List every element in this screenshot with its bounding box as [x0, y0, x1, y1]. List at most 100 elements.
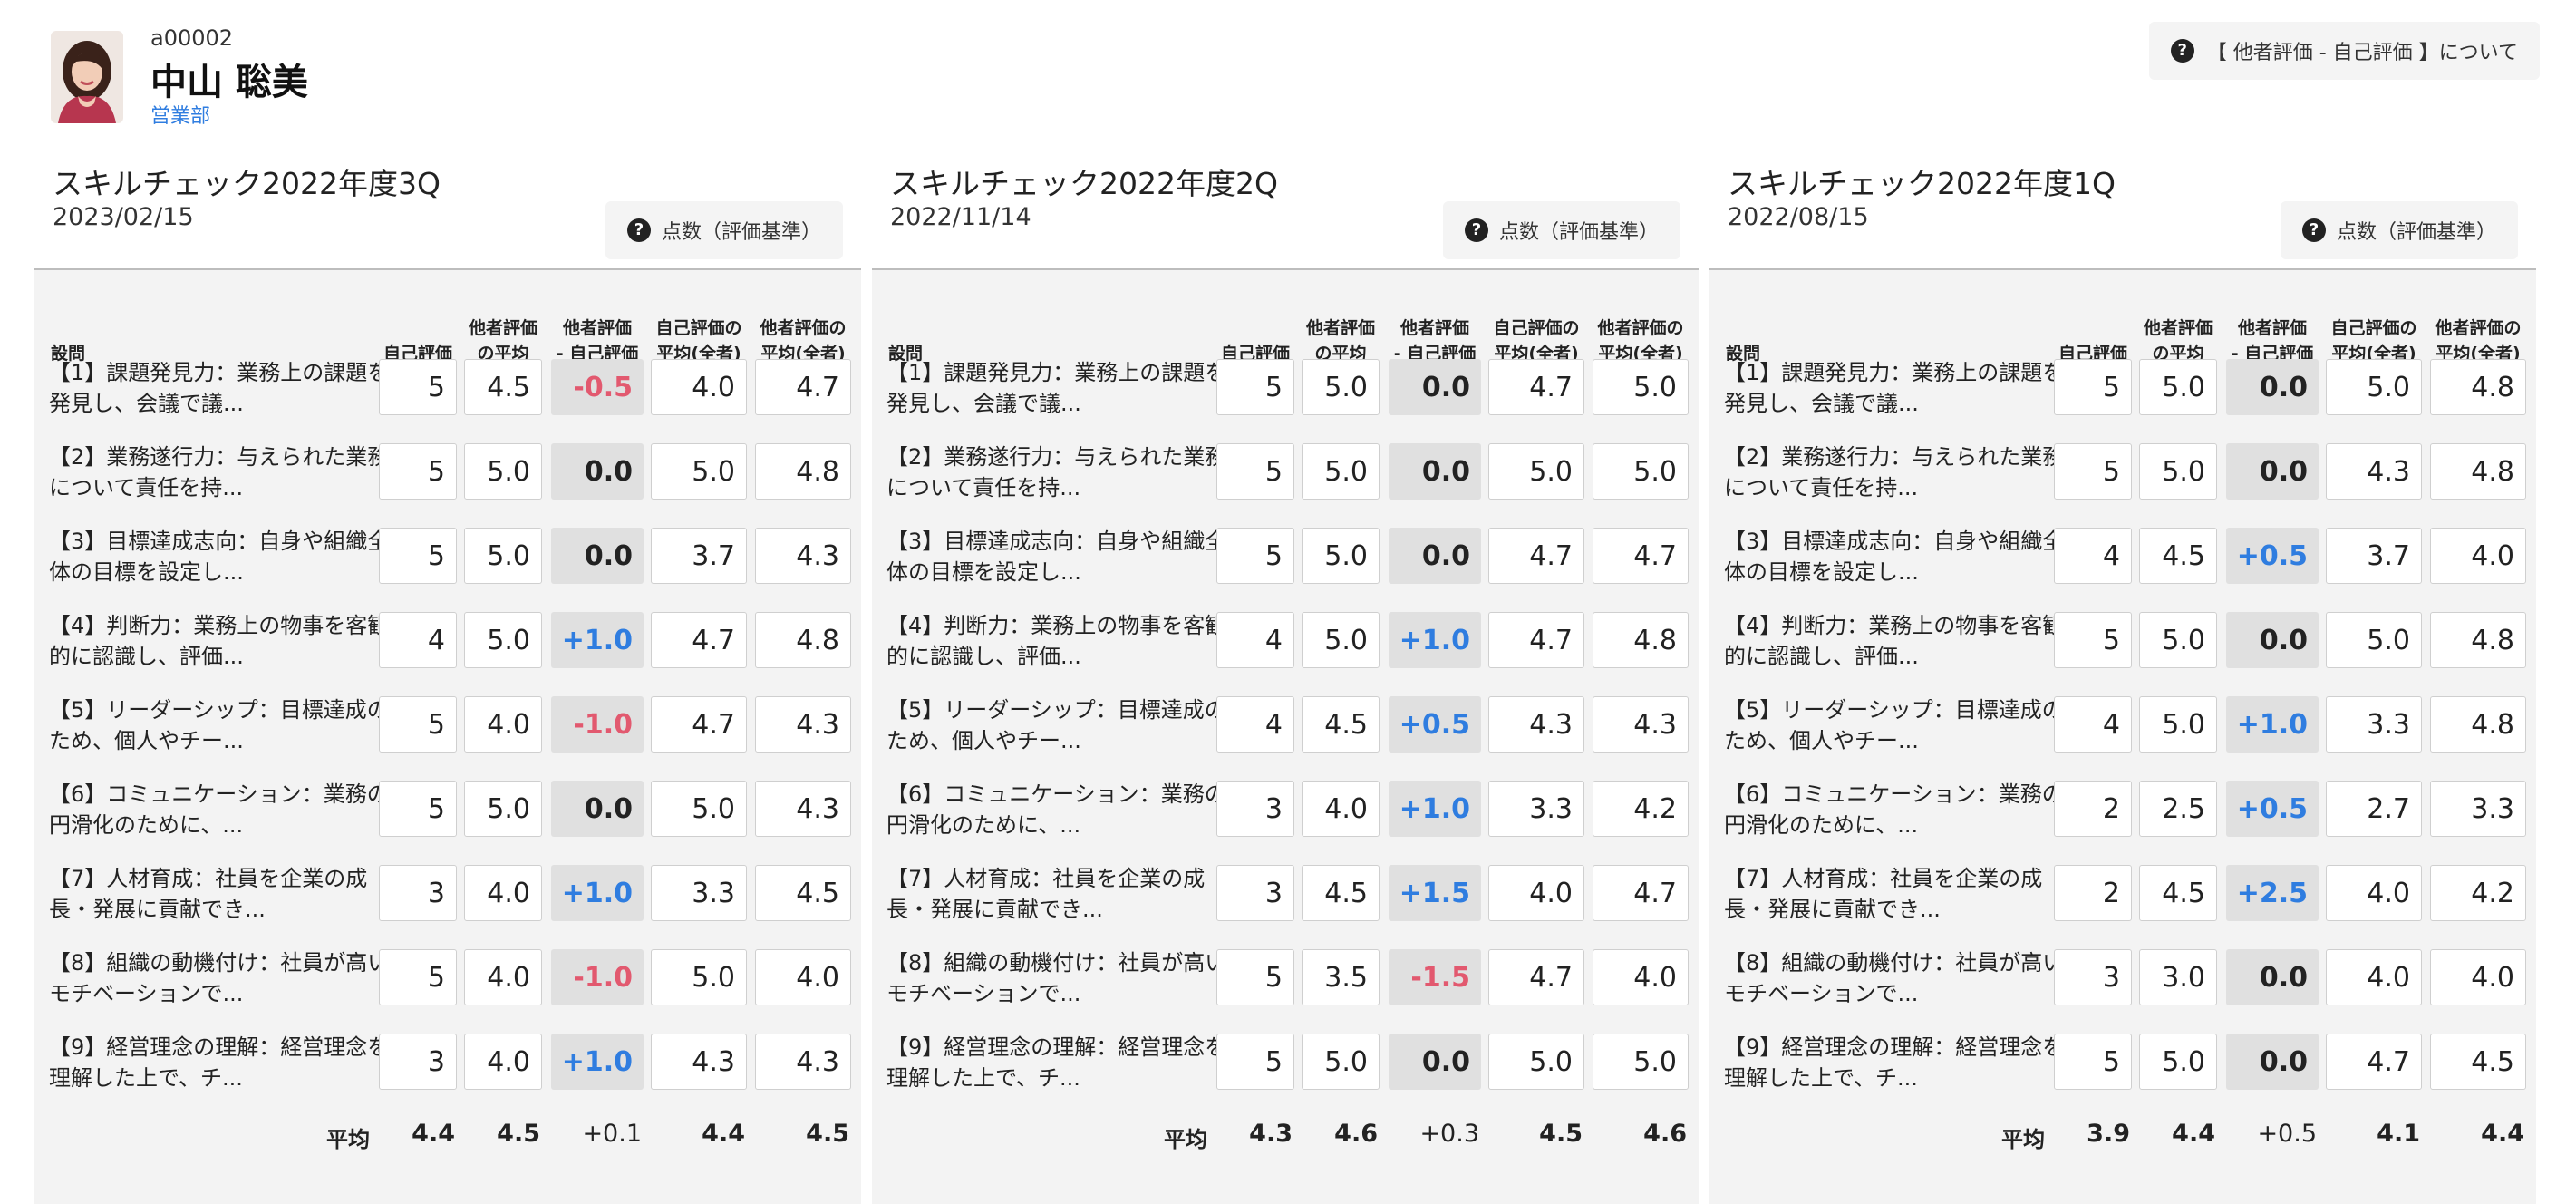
table-row: 【6】コミュニケーション：業務の円滑化のために、... 2 2.5 +0.5 2.7 3.… [1709, 775, 2536, 848]
criteria-label: 点数（評価基準） [661, 221, 821, 244]
table-row: 【5】リーダーシップ：目標達成のため、個人やチー... 4 5.0 +1.0 3.3 4.… [1709, 691, 2536, 763]
about-diff-button[interactable]: ? 【 他者評価 - 自己評価 】について [2148, 22, 2540, 80]
self-avg-all-cell: 4.7 [1488, 359, 1584, 415]
user-id: a00002 [150, 25, 234, 51]
average-others-avg: 4.6 [1334, 1120, 1378, 1148]
diff-cell: +0.5 [2226, 781, 2319, 837]
self-avg-all-cell: 2.7 [2326, 781, 2422, 837]
average-self-score: 4.3 [1249, 1120, 1293, 1148]
question-text: 【4】判断力：業務上の物事を客観的に認識し、評価... [49, 613, 390, 669]
diff-cell: 0.0 [551, 528, 644, 584]
question-text: 【5】リーダーシップ：目標達成のため、個人やチー... [1724, 697, 2064, 753]
self-score-cell: 5 [1216, 528, 1294, 584]
self-avg-all-cell: 5.0 [2326, 359, 2422, 415]
diff-cell: +2.5 [2226, 865, 2319, 921]
diff-cell: +0.5 [1389, 696, 1481, 752]
average-label: 平均 [2001, 1127, 2045, 1152]
diff-cell: 0.0 [2226, 443, 2319, 500]
average-others-avg-all: 4.6 [1643, 1120, 1687, 1148]
others-avg-cell: 5.0 [2139, 612, 2217, 668]
score-table: 設問 自己評価 他者評価 の平均 他者評価 - 自己評価 自己評価の 平均(全者) 他者評価の平… [1709, 270, 2536, 1204]
criteria-button[interactable]: ? 点数（評価基準） [605, 201, 843, 259]
others-avg-cell: 4.5 [1302, 865, 1380, 921]
self-score-cell: 5 [379, 359, 457, 415]
question-text: 【1】課題発見力：業務上の課題を発見し、会議で議... [886, 360, 1227, 416]
table-row: 【5】リーダーシップ：目標達成のため、個人やチー... 5 4.0 -1.0 4.7 4.… [34, 691, 861, 763]
self-avg-all-cell: 4.7 [651, 612, 747, 668]
diff-cell: +1.0 [1389, 612, 1481, 668]
table-row: 【9】経営理念の理解：経営理念を理解した上で、チ... 5 5.0 0.0 4.7 4.5 [1709, 1028, 2536, 1101]
others-avg-all-cell: 4.8 [2430, 696, 2526, 752]
question-text: 【6】コミュニケーション：業務の円滑化のために、... [1724, 782, 2064, 838]
others-avg-all-cell: 4.5 [755, 865, 851, 921]
question-text: 【9】経営理念の理解：経営理念を理解した上で、チ... [1724, 1034, 2065, 1091]
col-head-line: 他者評価 [2237, 318, 2307, 338]
others-avg-all-cell: 4.3 [755, 1034, 851, 1090]
col-head-line: 自己評価の [1493, 318, 1580, 338]
others-avg-cell: 4.5 [2139, 865, 2217, 921]
table-row: 【8】組織の動機付け：社員が高いモチベーションで... 5 3.5 -1.5 4.7 4.… [872, 944, 1699, 1016]
self-score-cell: 4 [2054, 528, 2132, 584]
criteria-button[interactable]: ? 点数（評価基準） [2281, 201, 2518, 259]
col-head-line: 他者評価 [2143, 318, 2213, 338]
user-name: 中山 聡美 [150, 62, 308, 103]
self-avg-all-cell: 5.0 [651, 949, 747, 1005]
self-score-cell: 5 [2054, 443, 2132, 500]
table-row: 【4】判断力：業務上の物事を客観的に認識し、評価... 4 5.0 +1.0 4.7 4.… [34, 607, 861, 679]
average-self-avg-all: 4.1 [2377, 1120, 2420, 1148]
table-row: 【4】判断力：業務上の物事を客観的に認識し、評価... 5 5.0 0.0 5.0 4.8 [1709, 607, 2536, 679]
skillcheck-panel: スキルチェック2022年度2Q 2022/11/14? 点数（評価基準） 設問 自己評価… [872, 152, 1699, 1204]
self-score-cell: 3 [379, 1034, 457, 1090]
self-avg-all-cell: 5.0 [651, 781, 747, 837]
others-avg-cell: 5.0 [464, 443, 542, 500]
table-row: 【7】人材育成：社員を企業の成長・発展に貢献でき... 2 4.5 +2.5 4.0 4.… [1709, 859, 2536, 932]
diff-cell: -1.0 [551, 696, 644, 752]
col-head-line: 自己評価の [2330, 318, 2417, 338]
others-avg-all-cell: 5.0 [1593, 443, 1689, 500]
table-row: 【3】目標達成志向：自身や組織全体の目標を設定し... 5 5.0 0.0 4.7 4.7 [872, 522, 1699, 595]
criteria-button[interactable]: ? 点数（評価基準） [1443, 201, 1680, 259]
table-row: 【9】経営理念の理解：経営理念を理解した上で、チ... 3 4.0 +1.0 4.3 4.… [34, 1028, 861, 1101]
average-diff: +0.5 [2257, 1120, 2317, 1148]
about-diff-label: 【 他者評価 - 自己評価 】について [2206, 42, 2518, 64]
others-avg-cell: 5.0 [1302, 359, 1380, 415]
diff-cell: +1.0 [1389, 781, 1481, 837]
question-text: 【8】組織の動機付け：社員が高いモチベーションで... [1724, 950, 2065, 1006]
average-row: 平均 4.3 4.6 +0.3 4.5 4.6 [872, 1116, 1699, 1161]
diff-cell: 0.0 [1389, 359, 1481, 415]
diff-cell: 0.0 [551, 781, 644, 837]
diff-cell: -0.5 [551, 359, 644, 415]
question-text: 【1】課題発見力：業務上の課題を発見し、会議で議... [49, 360, 390, 416]
user-department-link[interactable]: 営業部 [150, 100, 210, 129]
panel-title: スキルチェック2022年度3Q [53, 166, 441, 201]
self-avg-all-cell: 4.7 [1488, 949, 1584, 1005]
others-avg-all-cell: 4.8 [755, 612, 851, 668]
self-score-cell: 3 [1216, 865, 1294, 921]
skillcheck-panel: スキルチェック2022年度3Q 2023/02/15? 点数（評価基準） 設問 自己評価… [34, 152, 861, 1204]
others-avg-cell: 4.5 [464, 359, 542, 415]
diff-cell: +1.0 [2226, 696, 2319, 752]
average-others-avg-all: 4.5 [806, 1120, 849, 1148]
diff-cell: -1.0 [551, 949, 644, 1005]
self-avg-all-cell: 4.3 [2326, 443, 2422, 500]
question-text: 【8】組織の動機付け：社員が高いモチベーションで... [886, 950, 1227, 1006]
col-head-line: 他者評価 [468, 318, 537, 338]
table-row: 【7】人材育成：社員を企業の成長・発展に貢献でき... 3 4.0 +1.0 3.3 4.… [34, 859, 861, 932]
others-avg-cell: 5.0 [2139, 696, 2217, 752]
question-circle-icon: ? [2170, 39, 2194, 63]
others-avg-cell: 3.5 [1302, 949, 1380, 1005]
others-avg-all-cell: 4.3 [1593, 696, 1689, 752]
table-row: 【3】目標達成志向：自身や組織全体の目標を設定し... 5 5.0 0.0 3.7 4.3 [34, 522, 861, 595]
question-text: 【1】課題発見力：業務上の課題を発見し、会議で議... [1724, 360, 2065, 416]
self-avg-all-cell: 4.3 [1488, 696, 1584, 752]
self-avg-all-cell: 3.3 [2326, 696, 2422, 752]
diff-cell: 0.0 [1389, 1034, 1481, 1090]
others-avg-all-cell: 5.0 [1593, 359, 1689, 415]
others-avg-all-cell: 4.7 [1593, 528, 1689, 584]
question-text: 【5】リーダーシップ：目標達成のため、個人やチー... [886, 697, 1226, 753]
col-head-line: 他者評価の [2435, 318, 2522, 338]
table-row: 【2】業務遂行力：与えられた業務について責任を持... 5 5.0 0.0 5.0 5.0 [872, 438, 1699, 510]
others-avg-cell: 5.0 [2139, 443, 2217, 500]
self-score-cell: 5 [379, 443, 457, 500]
self-score-cell: 5 [379, 528, 457, 584]
